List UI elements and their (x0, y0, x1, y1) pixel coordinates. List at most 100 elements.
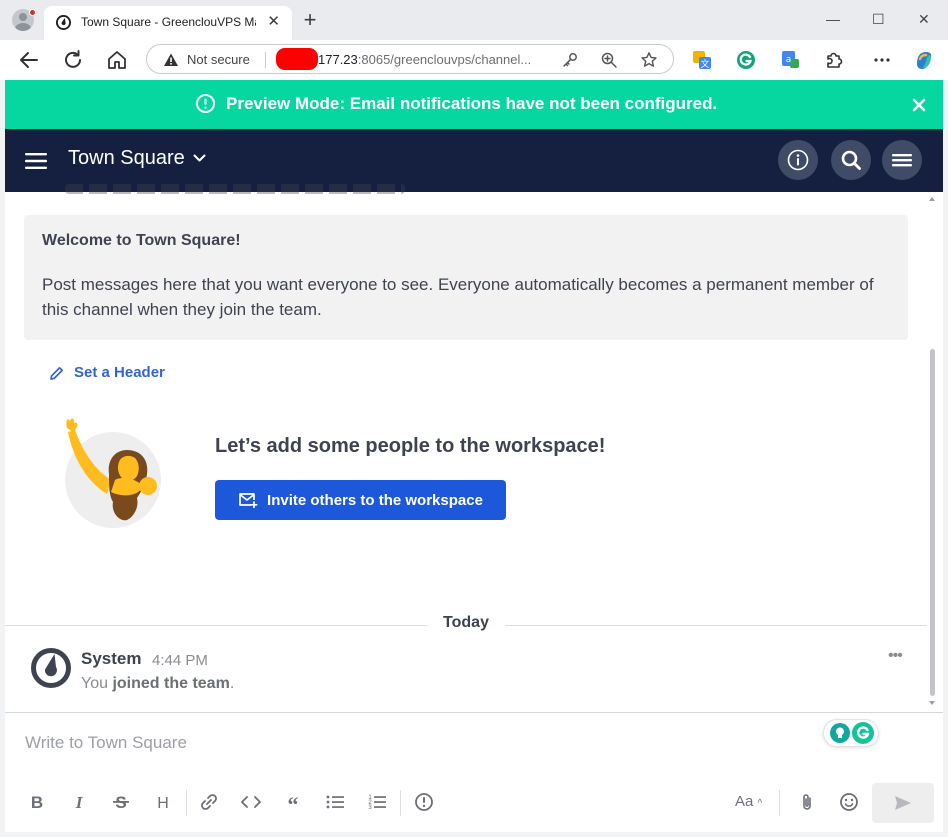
tab-close-icon[interactable]: ✕ (267, 14, 280, 30)
message-list: Welcome to Town Square! Post messages he… (5, 184, 943, 712)
home-icon[interactable] (105, 48, 129, 72)
set-header-label: Set a Header (74, 364, 165, 381)
message-list-scrollbar[interactable] (930, 349, 935, 696)
search-button[interactable] (831, 140, 871, 180)
post-text-bold: joined the team (112, 675, 230, 692)
heading-icon[interactable]: H (149, 791, 177, 813)
send-icon (895, 796, 911, 810)
bulleted-list-icon[interactable] (321, 791, 349, 813)
svg-text:B: B (31, 793, 43, 812)
favorite-star-icon[interactable] (640, 51, 658, 69)
svg-text:a: a (786, 55, 792, 65)
url-host: 177.23 (318, 52, 358, 67)
maximize-button[interactable]: ☐ (872, 9, 885, 29)
not-secure-label[interactable]: Not secure (187, 52, 250, 67)
post-text-suffix: . (229, 675, 235, 692)
strikethrough-icon[interactable]: S (107, 791, 135, 813)
banner-content: Preview Mode: Email notifications have n… (195, 93, 717, 114)
waving-person-illustration (65, 418, 161, 528)
url-text[interactable]: 177.23:8065/greenclouvps/channel... (318, 52, 531, 67)
mattermost-logo-avatar (31, 648, 71, 688)
key-icon[interactable] (561, 51, 579, 69)
envelope-plus-icon (239, 493, 258, 508)
extensions-puzzle-icon[interactable] (823, 49, 845, 71)
toolbar-divider (400, 790, 401, 816)
message-input[interactable] (25, 733, 805, 753)
menu-lines-icon (892, 154, 912, 167)
zoom-icon[interactable] (600, 51, 618, 69)
main-menu-button[interactable] (882, 140, 922, 180)
channel-name-button[interactable]: Town Square (68, 147, 206, 170)
message-composer: B I S H “ 1 2 3 Aa ^ (5, 712, 943, 832)
grammarly-g-icon (852, 722, 874, 744)
welcome-body: Post messages here that you want everyon… (42, 275, 874, 319)
tab-title: Town Square - GreenclouVPS Mat (81, 15, 256, 29)
extension-badge-icon[interactable]: a (779, 49, 801, 71)
message-priority-icon[interactable] (410, 791, 438, 813)
banner-text: Preview Mode: Email notifications have n… (226, 93, 718, 113)
address-bar[interactable]: Not secure 177.23:8065/greenclouvps/chan… (146, 44, 674, 74)
toolbar-divider (186, 790, 187, 816)
info-circle-icon (196, 94, 215, 113)
quote-icon[interactable]: “ (279, 791, 307, 813)
close-window-button[interactable]: ✕ (918, 9, 930, 29)
url-path: :8065/greenclouvps/channel... (357, 52, 532, 67)
system-post[interactable]: System 4:44 PM You joined the team. ••• (5, 643, 927, 705)
copilot-icon[interactable] (913, 49, 935, 71)
grammarly-suggestions-icon (830, 723, 850, 743)
grammarly-widget[interactable] (823, 719, 879, 747)
formatting-toggle[interactable]: Aa ^ (735, 793, 762, 810)
browser-tab-bar: Town Square - GreenclouVPS Mat ✕ + — ☐ ✕ (0, 0, 948, 40)
emoji-icon[interactable] (835, 791, 863, 813)
scroll-down-arrow-icon[interactable] (929, 700, 935, 706)
back-arrow-icon[interactable] (17, 48, 41, 72)
channel-name: Town Square (68, 147, 185, 169)
formatting-toggle-label: Aa (735, 793, 754, 810)
more-menu-icon[interactable] (871, 49, 893, 71)
preview-mode-banner: Preview Mode: Email notifications have n… (5, 80, 943, 129)
new-tab-button[interactable]: + (300, 9, 320, 31)
code-icon[interactable] (237, 791, 265, 813)
channel-intro-card: Welcome to Town Square! Post messages he… (24, 215, 908, 340)
post-more-actions-icon[interactable]: ••• (888, 647, 903, 665)
post-timestamp[interactable]: 4:44 PM (152, 652, 208, 669)
scroll-up-arrow-icon[interactable] (929, 196, 935, 202)
pencil-icon (50, 366, 64, 380)
browser-tab-active[interactable]: Town Square - GreenclouVPS Mat ✕ (44, 6, 292, 40)
svg-text:3: 3 (368, 805, 372, 811)
attachment-icon[interactable] (793, 791, 821, 813)
svg-text:“: “ (288, 792, 299, 813)
bold-icon[interactable]: B (23, 791, 51, 813)
chevron-up-icon: ^ (757, 798, 763, 809)
cut-off-intro-text (65, 184, 405, 194)
mattermost-favicon-icon (56, 15, 71, 30)
welcome-title: Welcome to Town Square! (42, 232, 241, 249)
minimize-button[interactable]: — (826, 9, 840, 29)
reload-icon[interactable] (61, 48, 85, 72)
warning-triangle-icon[interactable] (163, 52, 179, 68)
grammarly-extension-icon[interactable] (735, 49, 757, 71)
post-author[interactable]: System (81, 649, 141, 669)
send-button[interactable] (872, 783, 934, 823)
svg-text:H: H (157, 795, 169, 812)
channel-info-button[interactable] (778, 140, 818, 180)
invite-others-button[interactable]: Invite others to the workspace (215, 480, 506, 520)
chevron-down-icon (193, 154, 206, 162)
link-icon[interactable] (195, 791, 223, 813)
toolbar-divider (779, 790, 780, 816)
info-icon (787, 149, 809, 171)
invite-button-label: Invite others to the workspace (267, 491, 483, 509)
numbered-list-icon[interactable]: 1 2 3 (363, 791, 391, 813)
browser-toolbar: Not secure 177.23:8065/greenclouvps/chan… (0, 40, 948, 80)
svg-text:I: I (75, 793, 84, 812)
add-people-title: Let’s add some people to the workspace! (215, 435, 606, 457)
post-text-prefix: You (81, 675, 113, 692)
svg-text:文: 文 (700, 58, 709, 70)
set-header-link[interactable]: Set a Header (49, 364, 165, 381)
italic-icon[interactable]: I (65, 791, 93, 813)
channel-header: Town Square (5, 129, 943, 192)
translate-extension-icon[interactable]: 文 (691, 49, 713, 71)
hamburger-menu-icon[interactable] (25, 152, 47, 170)
mattermost-app: Preview Mode: Email notifications have n… (5, 80, 943, 832)
banner-close-icon[interactable] (907, 93, 931, 117)
